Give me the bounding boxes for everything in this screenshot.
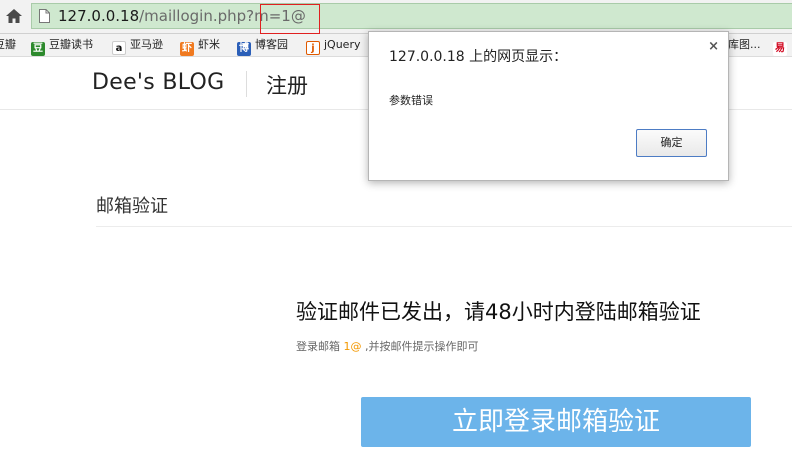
url-field[interactable]: 127.0.0.18/maillogin.php?m=1@	[31, 3, 792, 29]
hint-prefix: 登录邮箱	[296, 340, 340, 353]
url-host: 127.0.0.18	[58, 7, 140, 25]
bookmark-label: 库图...	[728, 38, 761, 51]
nav-register[interactable]: 注册	[266, 70, 308, 100]
xiami-icon: 虾	[180, 42, 194, 56]
close-icon[interactable]: ×	[708, 39, 719, 54]
bookmark-label: 虾米	[198, 38, 220, 51]
bookmark-cnblogs[interactable]: 博博客园	[237, 37, 288, 56]
bookmark-douban-book[interactable]: 豆豆瓣读书	[31, 37, 93, 56]
douban-book-icon: 豆	[31, 42, 45, 56]
ok-button[interactable]: 确定	[636, 129, 707, 157]
bookmark-label: 豆瓣读书	[49, 38, 93, 51]
site-brand[interactable]: Dee's BLOG	[92, 70, 224, 95]
login-mailbox-button[interactable]: 立即登录邮箱验证	[361, 397, 751, 447]
dialog-title: 127.0.0.18 上的网页显示：	[389, 49, 568, 65]
hint-suffix: ,并按邮件提示操作即可	[365, 340, 479, 353]
bookmark-label: 豆瓣	[0, 38, 16, 51]
page-icon	[39, 9, 50, 23]
bookmark-label: jQuery	[324, 38, 361, 51]
bookmark-label: 博客园	[255, 38, 288, 51]
header-divider	[246, 71, 247, 97]
bookmark-jquery[interactable]: j jQuery	[306, 37, 361, 55]
bookmark-douban[interactable]: 豆瓣	[0, 37, 16, 53]
hint-email: 1@	[343, 340, 362, 353]
dialog-message: 参数错误	[389, 94, 433, 107]
alert-dialog: 127.0.0.18 上的网页显示： × 参数错误 确定	[368, 31, 729, 181]
bookmark-netease[interactable]: 易	[773, 37, 791, 56]
cnblogs-icon: 博	[237, 42, 251, 56]
bookmark-more[interactable]: 库图...	[728, 37, 761, 53]
address-bar-row: 127.0.0.18/maillogin.php?m=1@	[0, 0, 792, 34]
bookmark-xiami[interactable]: 虾虾米	[180, 37, 220, 56]
hint-text: 登录邮箱 1@ ,并按邮件提示操作即可	[296, 338, 479, 354]
section-title: 邮箱验证	[96, 196, 168, 217]
home-icon[interactable]	[5, 8, 23, 24]
bookmark-label: 亚马逊	[130, 38, 163, 51]
section-divider	[96, 226, 792, 227]
sent-message: 验证邮件已发出，请48小时内登陆邮箱验证	[296, 300, 701, 324]
jquery-icon: j	[306, 41, 320, 55]
amazon-icon: a	[112, 41, 126, 55]
bookmark-amazon[interactable]: a 亚马逊	[112, 37, 163, 55]
annotation-highlight-box	[260, 4, 320, 34]
netease-icon: 易	[773, 42, 787, 56]
